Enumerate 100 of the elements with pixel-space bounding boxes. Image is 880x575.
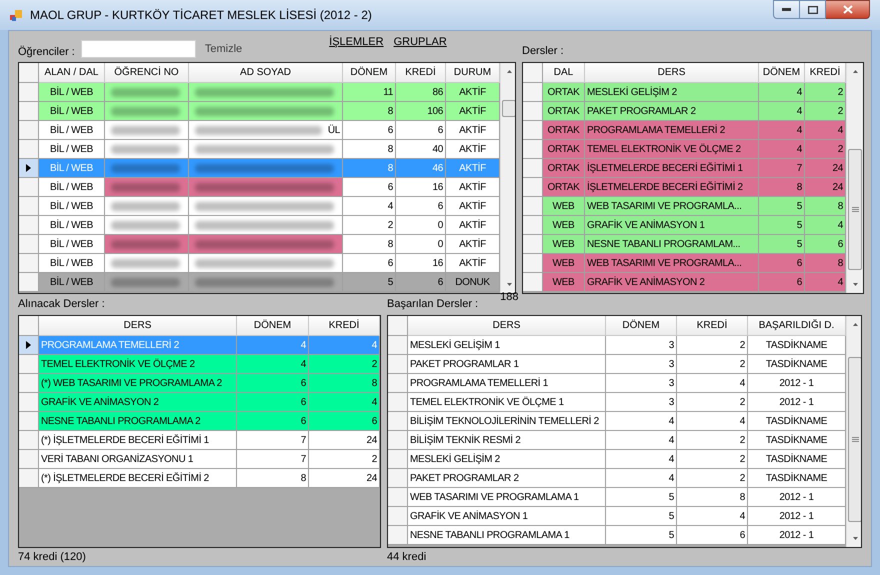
student-search-field[interactable] [80, 40, 196, 58]
scroll-thumb[interactable] [848, 148, 862, 270]
table-row[interactable]: GRAFİK VE ANİMASYON 2 6 4 [19, 393, 380, 412]
blurred-text [111, 278, 180, 286]
grip-icon [852, 436, 858, 442]
table-cell: 6 [677, 526, 748, 545]
column-header[interactable]: KREDİ [805, 63, 846, 83]
row-pointer-icon [26, 164, 31, 172]
table-row[interactable]: BİL / WEB 11 86 AKTİF [19, 83, 500, 102]
table-row[interactable]: VERİ TABANI ORGANİZASYONU 1 7 2 [19, 450, 380, 469]
blurred-text [111, 220, 180, 230]
column-header[interactable]: BAŞARILDIĞI D. [748, 316, 846, 336]
blurred-text [111, 106, 180, 116]
maximize-icon [808, 6, 818, 14]
table-row[interactable]: BİL / WEB 8 40 AKTİF [19, 140, 500, 159]
scrollbar[interactable] [500, 63, 515, 293]
courses-label: Dersler : [522, 44, 564, 58]
table-row[interactable]: WEB GRAFİK VE ANİMASYON 2 6 4 [523, 273, 846, 292]
name-fragment: ÜL [328, 124, 340, 138]
table-row[interactable]: BİL / WEB 6 16 AKTİF [19, 178, 500, 197]
table-row[interactable]: BİL / WEB 2 0 AKTİF [19, 216, 500, 235]
table-row[interactable]: WEB WEB TASARIMI VE PROGRAMLA... 5 8 [523, 197, 846, 216]
table-row[interactable]: TEMEL ELEKTRONİK VE ÖLÇME 2 4 2 [19, 355, 380, 374]
table-row[interactable]: ORTAK TEMEL ELEKTRONİK VE ÖLÇME 2 4 2 [523, 140, 846, 159]
maximize-button[interactable] [800, 0, 826, 19]
table-cell: (*) İŞLETMELERDE BECERİ EĞİTİMİ 2 [39, 469, 237, 488]
menu-link[interactable]: GRUPLAR [394, 34, 447, 50]
table-cell: NESNE TABANLI PROGRAMLAMA 1 [408, 526, 606, 545]
table-row[interactable]: WEB GRAFİK VE ANİMASYON 1 5 4 [523, 216, 846, 235]
table-row[interactable]: ORTAK İŞLETMELERDE BECERİ EĞİTİMİ 1 7 24 [523, 159, 846, 178]
column-header[interactable]: DÖNEM [237, 316, 309, 336]
table-row[interactable]: BİL / WEB 4 6 AKTİF [19, 197, 500, 216]
credit-total: 74 kredi (120) [18, 550, 86, 565]
blurred-text [111, 88, 180, 96]
column-header[interactable]: KREDİ [677, 316, 748, 336]
column-header[interactable]: DÖNEM [606, 316, 677, 336]
blurred-text [111, 258, 180, 268]
table-row[interactable]: NESNE TABANLI PROGRAMLAMA 2 6 6 [19, 412, 380, 431]
credit-total: 44 kredi [387, 550, 426, 565]
close-button[interactable] [826, 0, 870, 19]
table-cell: 5 [606, 526, 677, 545]
column-header[interactable]: KREDİ [309, 316, 380, 336]
table-cell: WEB [543, 273, 585, 292]
table-row[interactable]: WEB WEB TASARIMI VE PROGRAMLA... 6 8 [523, 254, 846, 273]
column-header[interactable]: DÖNEM [759, 63, 805, 83]
column-header[interactable]: AD SOYAD [189, 63, 343, 83]
column-header[interactable]: DERS [408, 316, 606, 336]
table-cell: 8 [237, 469, 309, 488]
table-row[interactable]: ORTAK PAKET PROGRAMLAR 2 4 2 [523, 102, 846, 121]
blurred-text [111, 144, 180, 154]
table-row[interactable]: ORTAK MESLEKİ GELİŞİM 2 4 2 [523, 83, 846, 102]
header-corner[interactable] [388, 316, 408, 336]
column-header[interactable]: DERS [39, 316, 237, 336]
column-header[interactable]: ALAN / DAL [39, 63, 105, 83]
table-row[interactable]: WEB NESNE TABANLI PROGRAMLAM... 5 6 [523, 235, 846, 254]
blurred-text [111, 164, 180, 172]
table-row[interactable]: BİL / WEB 6 16 AKTİF [19, 254, 500, 273]
app-icon [10, 8, 24, 22]
row-header[interactable] [19, 159, 39, 178]
table-row[interactable]: (*) İŞLETMELERDE BECERİ EĞİTİMİ 2 8 24 [19, 469, 380, 488]
row-pointer-icon [26, 341, 31, 349]
table-row[interactable]: BİL / WEB 5 6 DONUK [19, 273, 500, 292]
menu-link[interactable]: İŞLEMLER [329, 34, 384, 50]
scroll-thumb[interactable] [848, 356, 861, 522]
blurred-text [111, 126, 180, 134]
table-row[interactable]: BİL / WEB ÜL 6 6 AKTİF [19, 121, 500, 140]
scrollbar[interactable] [846, 316, 861, 547]
table-row[interactable]: BİL / WEB 8 0 AKTİF [19, 235, 500, 254]
table-cell: 24 [309, 469, 380, 488]
table-cell: 5 [343, 273, 396, 292]
to-take-label: Alınacak Dersler : [18, 296, 105, 312]
table-cell: 6 [396, 273, 446, 292]
scroll-thumb[interactable] [502, 100, 515, 118]
window-title: MAOL GRUP - KURTKÖY TİCARET MESLEK LİSESİ (2012 - 2) [30, 7, 372, 24]
students-label: Öğrenciler : [18, 44, 75, 60]
table-row[interactable]: (*) WEB TASARIMI VE PROGRAMLAMA 2 6 8 [19, 374, 380, 393]
column-header[interactable]: KREDİ [396, 63, 446, 83]
row-header[interactable] [19, 336, 39, 355]
blurred-text [111, 182, 180, 192]
close-icon [842, 5, 852, 14]
minimize-button[interactable] [773, 0, 800, 19]
header-corner[interactable] [19, 63, 39, 83]
passed-label: Başarılan Dersler : [387, 296, 478, 312]
table-row[interactable]: ORTAK İŞLETMELERDE BECERİ EĞİTİMİ 2 8 24 [523, 178, 846, 197]
column-header[interactable]: DAL [543, 63, 585, 83]
table-row[interactable]: ORTAK PROGRAMLAMA TEMELLERİ 2 4 4 [523, 121, 846, 140]
minimize-icon [782, 8, 791, 11]
table-row[interactable]: BİL / WEB 8 106 AKTİF [19, 102, 500, 121]
column-header[interactable]: DURUM [446, 63, 500, 83]
blurred-text [111, 240, 180, 248]
table-cell: 6 [759, 273, 805, 292]
header-corner[interactable] [523, 63, 543, 83]
column-header[interactable]: DÖNEM [343, 63, 396, 83]
column-header[interactable]: DERS [585, 63, 759, 83]
scrollbar[interactable] [846, 63, 863, 293]
column-header[interactable]: ÖĞRENCİ NO [105, 63, 189, 83]
table-row[interactable]: (*) İŞLETMELERDE BECERİ EĞİTİMİ 1 7 24 [19, 431, 380, 450]
blurred-text [111, 202, 180, 210]
grip-icon [852, 206, 858, 212]
clear-button[interactable]: Temizle [204, 41, 242, 58]
